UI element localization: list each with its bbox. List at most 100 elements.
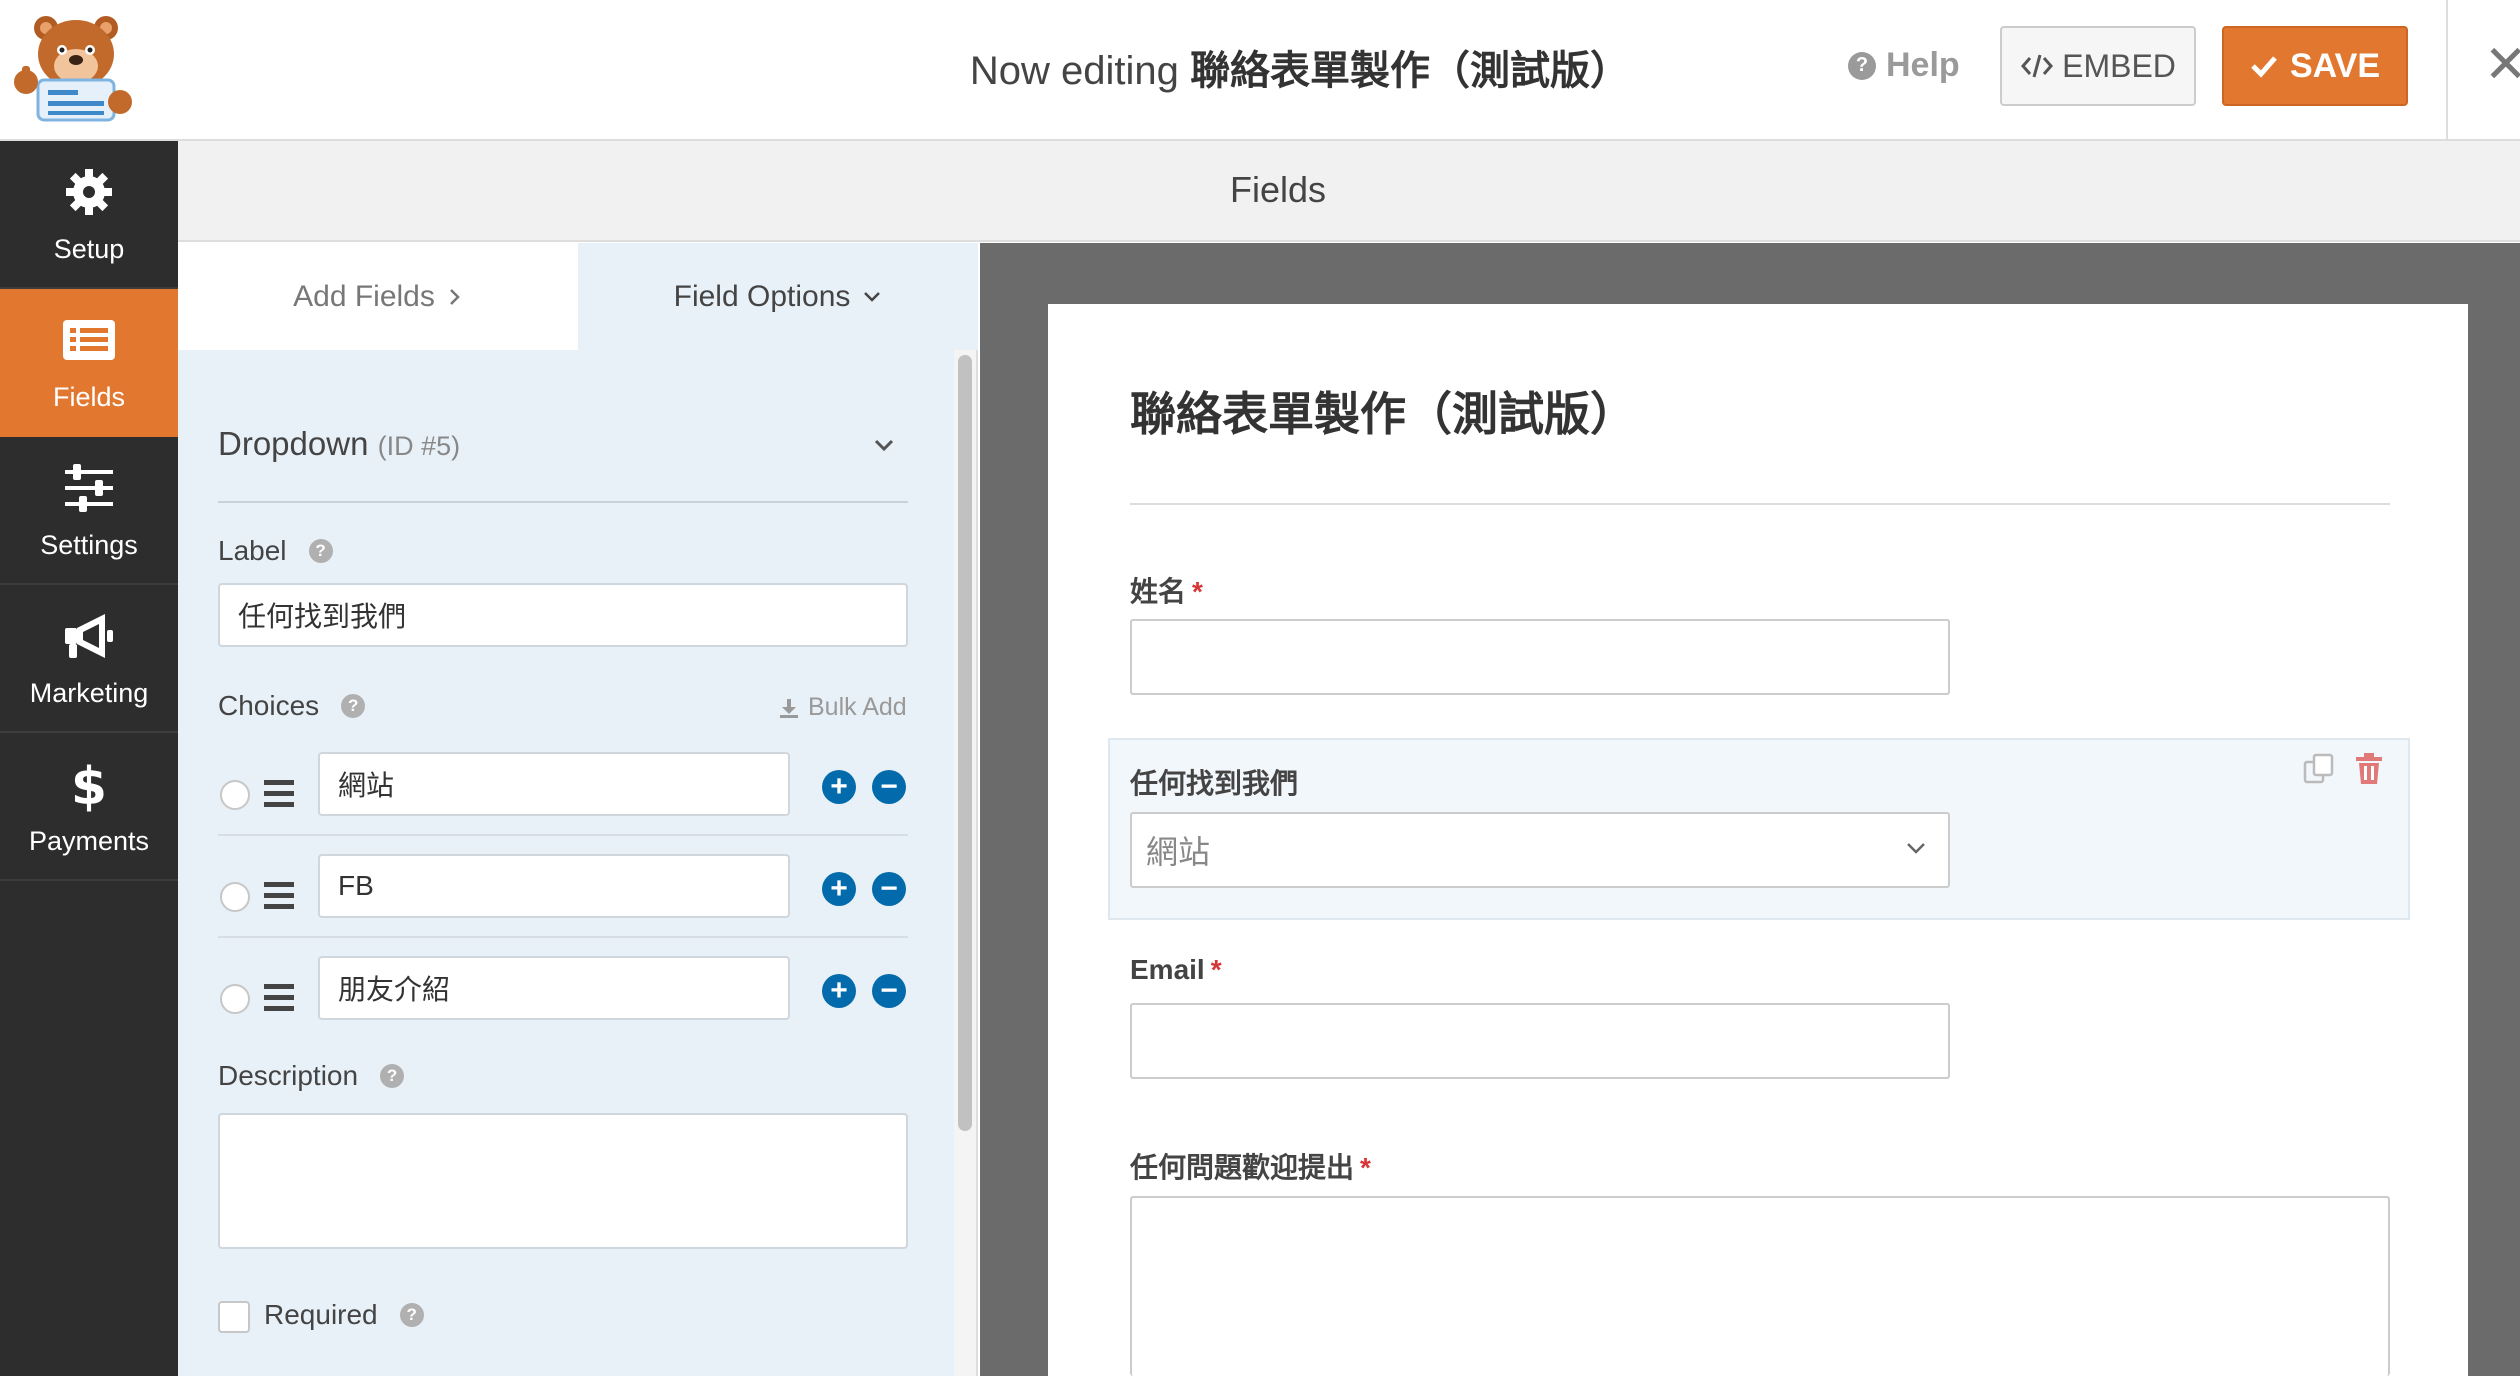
sidebar-item-setup[interactable]: Setup [0,141,178,289]
label-input[interactable]: 任何找到我們 [218,583,908,647]
embed-label: EMBED [2062,47,2176,84]
list-icon [63,319,115,360]
sidebar-item-label: Setup [53,233,125,264]
field-options-panel: Add Fields Field Options Dropdown (ID #5… [178,243,978,1376]
download-icon [780,698,798,718]
choices-option-title: Choices ? [218,690,366,722]
megaphone-icon [65,613,113,658]
sidebar-item-label: Settings [40,529,138,560]
code-icon [2021,54,2054,78]
description-option-text: Description [218,1060,359,1091]
form-title-divider [1130,503,2390,505]
choice-default-radio[interactable] [220,780,250,810]
save-label: SAVE [2289,46,2381,85]
required-option: Required ? [264,1299,424,1331]
help-tooltip-icon[interactable]: ? [380,1064,405,1088]
name-field[interactable] [1130,619,1950,695]
field-label-questions: 任何問題歡迎提出 * [1130,1146,1371,1186]
choice-input-value: 網站 [338,770,395,801]
description-textarea[interactable] [218,1113,908,1249]
panel-tabs: Add Fields Field Options [178,243,978,350]
embed-button[interactable]: EMBED [2000,26,2196,106]
required-marker: * [1192,576,1203,607]
sidebar-item-label: Marketing [29,677,149,708]
required-marker: * [1360,1152,1371,1183]
choice-input-value: FB [338,870,374,901]
questions-textarea[interactable] [1130,1196,2390,1376]
field-label-text: 任何找到我們 [1130,768,1299,799]
choice-row: 朋友介紹 + − [218,944,908,1044]
required-label: Required [264,1299,378,1330]
panel-scrollbar-thumb[interactable] [958,355,972,1131]
remove-choice-icon[interactable]: − [872,872,906,906]
email-field[interactable] [1130,1003,1950,1079]
section-divider [218,501,908,503]
help-tooltip-icon[interactable]: ? [341,694,366,718]
field-type: Dropdown [218,425,369,462]
svg-text:$: $ [71,757,107,812]
remove-choice-icon[interactable]: − [872,770,906,804]
sidebar-item-settings[interactable]: Settings [0,437,178,585]
bulk-add-link[interactable]: Bulk Add [778,693,907,722]
choice-input[interactable]: 朋友介紹 [318,956,790,1020]
question-circle-icon: ? [1848,51,1876,80]
label-input-value: 任何找到我們 [238,601,407,632]
required-checkbox[interactable] [218,1301,250,1333]
drag-handle-icon[interactable] [264,882,294,910]
label-option-title: Label ? [218,535,333,567]
drag-handle-icon[interactable] [264,984,294,1012]
sidebar-item-fields[interactable]: Fields [0,289,178,437]
wpforms-bear-logo [14,16,132,122]
remove-choice-icon[interactable]: − [872,974,906,1008]
add-choice-icon[interactable]: + [822,770,856,804]
top-bar: Now editing 聯絡表單製作（測試版） ? Help EMBED SAV… [0,0,2520,141]
choice-input[interactable]: 網站 [318,752,790,816]
sidebar-item-label: Payments [28,825,150,856]
choice-separator [218,936,908,938]
dropdown-select[interactable]: 網站 [1130,812,1950,888]
choice-row: 網站 + − [218,740,908,840]
tab-label: Add Fields [293,279,435,313]
sidebar-item-payments[interactable]: $ Payments [0,733,178,881]
duplicate-icon[interactable] [2302,752,2336,786]
choice-default-radio[interactable] [220,984,250,1014]
page-title: Now editing 聯絡表單製作（測試版） [800,38,1800,96]
help-label: Help [1886,46,1960,84]
required-marker: * [1210,954,1222,985]
help-link[interactable]: ? Help [1848,46,1960,85]
add-choice-icon[interactable]: + [822,872,856,906]
field-label-text: Email [1130,954,1205,985]
choice-separator [218,834,908,836]
check-icon [2251,56,2277,78]
tab-add-fields[interactable]: Add Fields [178,243,578,350]
builder-sidebar: Setup Fields Settings Marketing $ Paymen… [0,141,178,1376]
help-tooltip-icon[interactable]: ? [308,539,333,563]
label-option-text: Label [218,535,287,566]
field-id: (ID #5) [377,431,461,461]
sidebar-item-label: Fields [52,381,126,412]
chevron-down-icon[interactable] [864,425,904,465]
choice-row: FB + − [218,842,908,942]
field-label-text: 姓名 [1130,576,1187,607]
drag-handle-icon[interactable] [264,780,294,808]
choice-default-radio[interactable] [220,882,250,912]
trash-icon[interactable] [2354,752,2384,786]
help-tooltip-icon[interactable]: ? [399,1303,424,1327]
choice-input[interactable]: FB [318,854,790,918]
chevron-right-icon [449,288,460,305]
field-section-toggle[interactable]: Dropdown (ID #5) [218,425,460,463]
dollar-icon: $ [71,757,107,812]
field-label-text: 任何問題歡迎提出 [1130,1152,1355,1183]
chevron-down-icon [1907,843,1925,854]
save-button[interactable]: SAVE [2222,26,2408,106]
choices-option-text: Choices [218,690,320,721]
title-form-name: 聯絡表單製作（測試版） [1190,49,1631,93]
sidebar-item-marketing[interactable]: Marketing [0,585,178,733]
field-label-email: Email * [1130,954,1222,986]
panel-header-title: Fields [1229,169,1327,210]
tab-label: Field Options [673,279,851,313]
add-choice-icon[interactable]: + [822,974,856,1008]
close-icon[interactable]: ✕ [2484,30,2520,100]
tab-field-options[interactable]: Field Options [578,243,978,350]
sliders-icon [65,463,113,512]
